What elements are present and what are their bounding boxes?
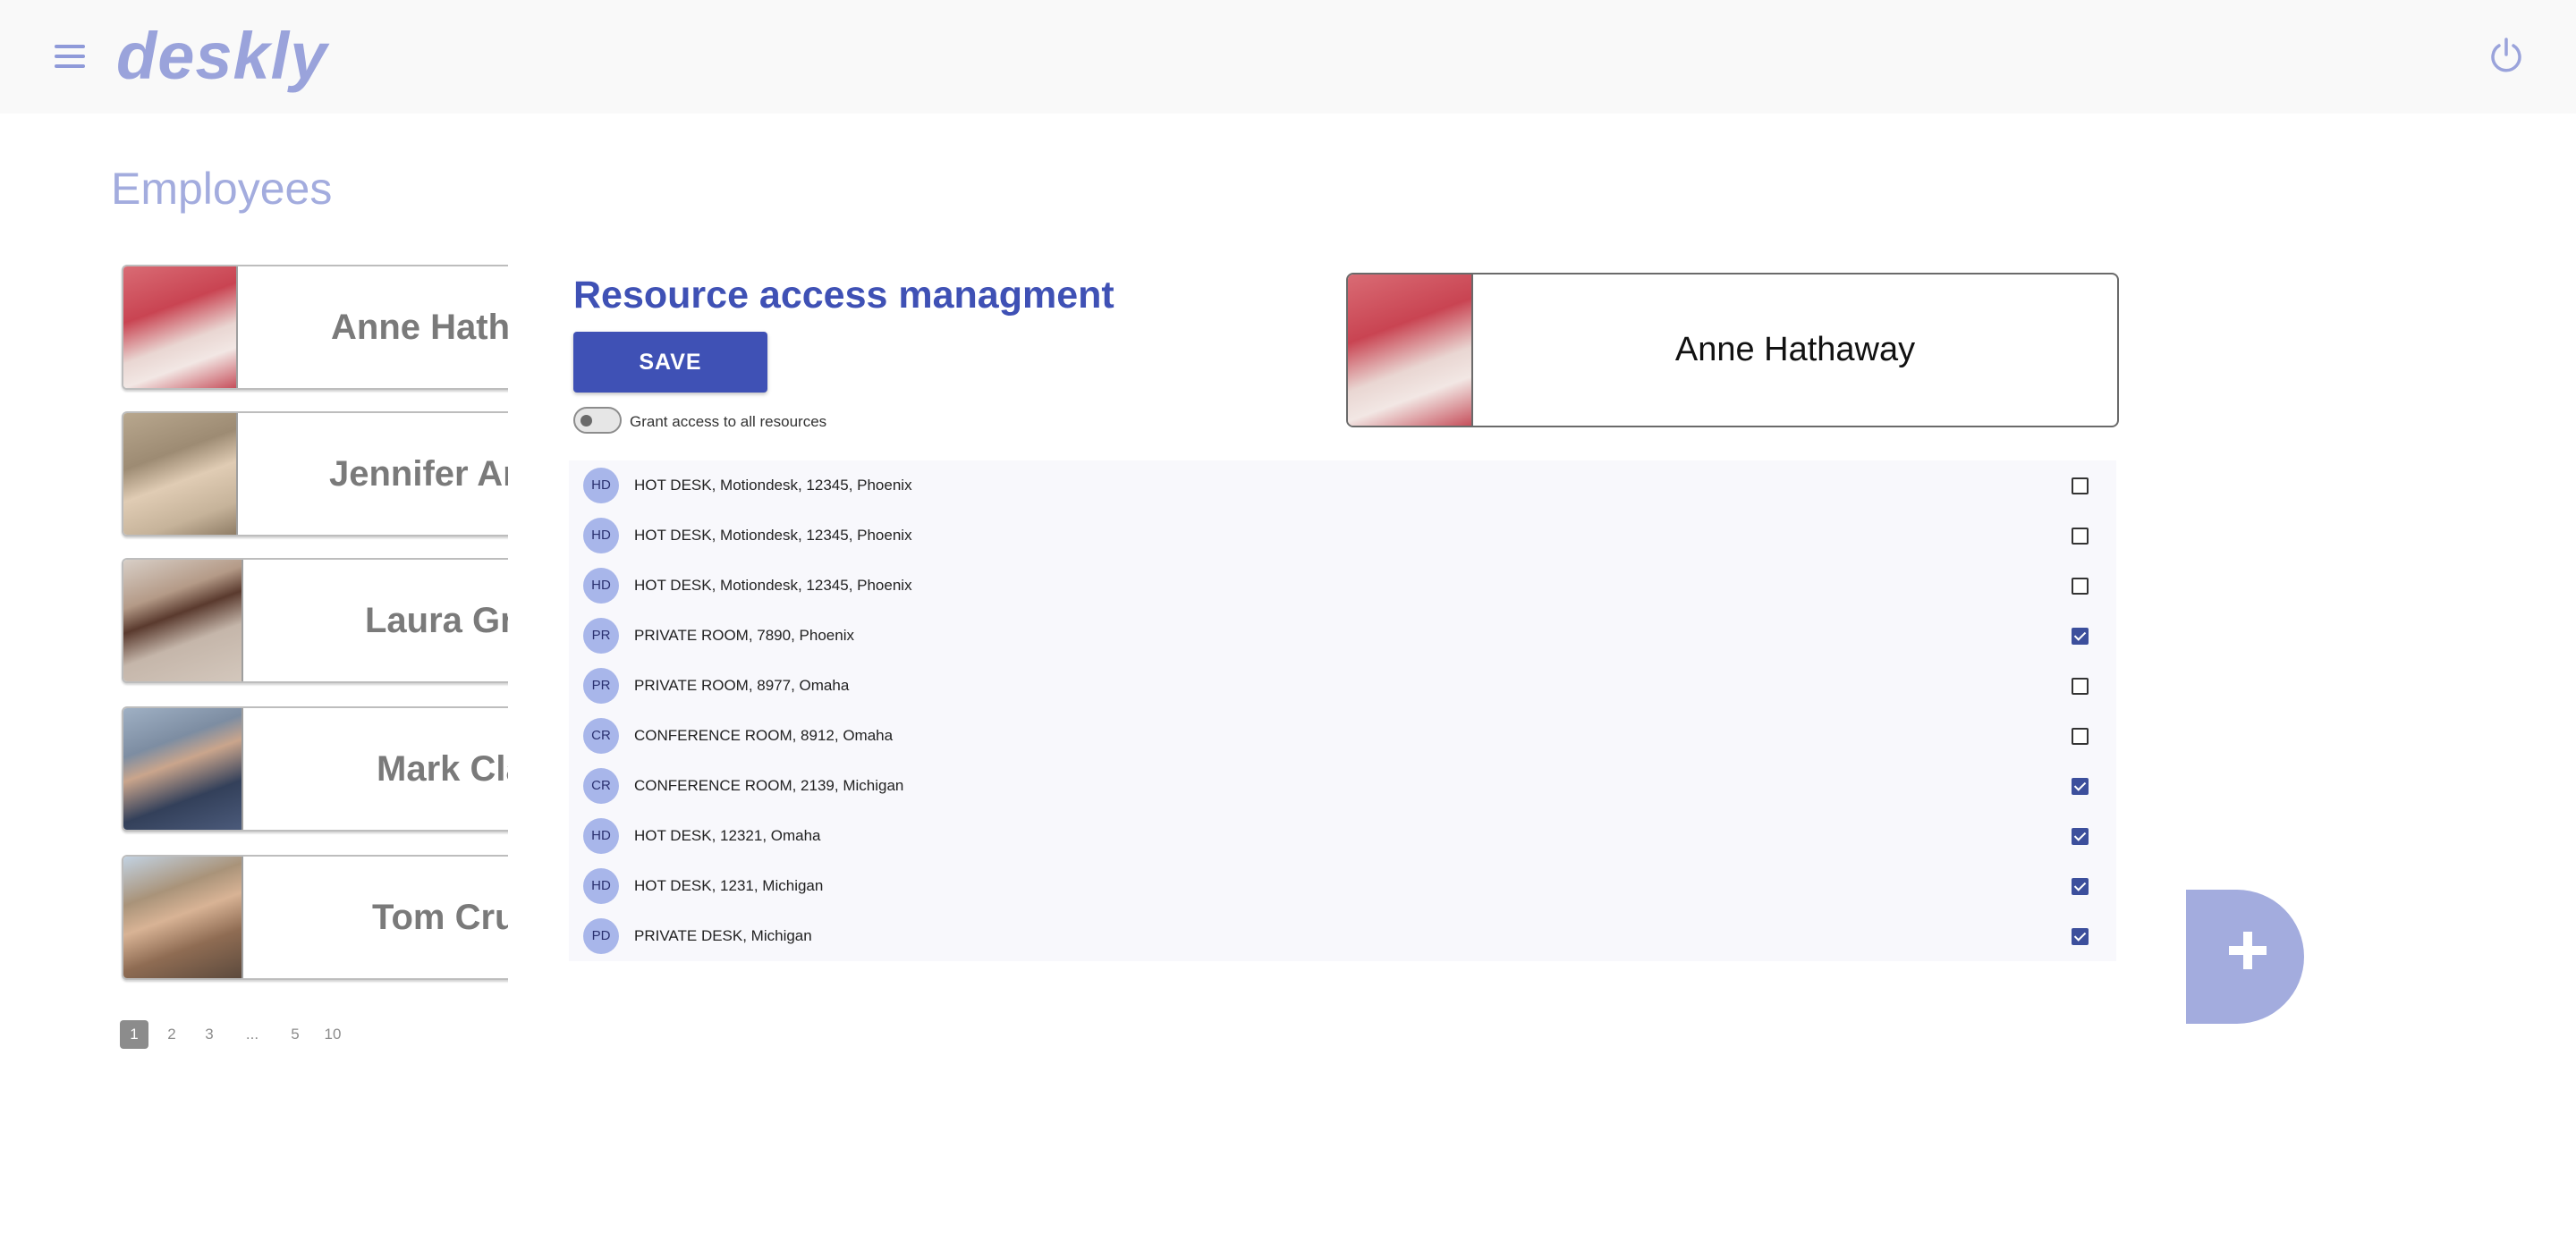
resource-type-badge: CR [583, 718, 619, 754]
resource-checkbox[interactable] [2072, 678, 2089, 695]
employee-name: Jennifer Aniston [329, 454, 508, 494]
employee-list: Anne Hathaway Jennifer Aniston Laura Gre… [120, 265, 508, 985]
resource-type-badge: CR [583, 768, 619, 804]
resource-type-badge: HD [583, 818, 619, 854]
resource-label: CONFERENCE ROOM, 2139, Michigan [634, 777, 904, 794]
resource-type-badge: PD [583, 918, 619, 954]
resource-row[interactable]: CR CONFERENCE ROOM, 8912, Omaha [569, 711, 2116, 761]
resource-type-badge: HD [583, 468, 619, 503]
resource-checkbox[interactable] [2072, 477, 2089, 494]
resource-label: PRIVATE ROOM, 7890, Phoenix [634, 627, 854, 644]
menu-icon[interactable] [52, 42, 88, 71]
plus-icon [2229, 932, 2267, 969]
resource-row[interactable]: CR CONFERENCE ROOM, 2139, Michigan [569, 761, 2116, 811]
resource-label: HOT DESK, Motiondesk, 12345, Phoenix [634, 577, 912, 594]
power-icon[interactable] [2487, 36, 2526, 75]
employee-name: Tom Cruise [372, 898, 508, 937]
resource-type-badge: PR [583, 668, 619, 704]
resource-list: HD HOT DESK, Motiondesk, 12345, Phoenix … [569, 460, 2116, 961]
employee-photo [123, 413, 238, 535]
resource-label: CONFERENCE ROOM, 8912, Omaha [634, 727, 894, 744]
resource-checkbox[interactable] [2072, 728, 2089, 745]
resource-label: HOT DESK, 1231, Michigan [634, 877, 824, 894]
resource-type-badge: HD [583, 518, 619, 553]
resource-checkbox[interactable] [2072, 628, 2089, 645]
add-button[interactable] [2186, 890, 2304, 1024]
employee-card[interactable]: Laura Green [122, 558, 508, 683]
pagination: 1 2 3 ... 5 10 [120, 1020, 356, 1049]
employee-card[interactable]: Jennifer Aniston [122, 411, 508, 536]
app-logo: deskly [116, 19, 328, 93]
page-button[interactable]: 3 [195, 1020, 224, 1049]
resource-row[interactable]: HD HOT DESK, 1231, Michigan [569, 861, 2116, 911]
resource-row[interactable]: PR PRIVATE ROOM, 8977, Omaha [569, 661, 2116, 711]
resource-checkbox[interactable] [2072, 828, 2089, 845]
selected-employee-card: Anne Hathaway [1346, 273, 2119, 427]
page-button[interactable]: 10 [318, 1020, 347, 1049]
employee-card[interactable]: Anne Hathaway [122, 265, 508, 390]
resource-checkbox[interactable] [2072, 928, 2089, 945]
page-title: Employees [111, 164, 333, 214]
resource-row[interactable]: PR PRIVATE ROOM, 7890, Phoenix [569, 611, 2116, 661]
resource-label: HOT DESK, Motiondesk, 12345, Phoenix [634, 527, 912, 544]
resource-checkbox[interactable] [2072, 878, 2089, 895]
resource-row[interactable]: HD HOT DESK, Motiondesk, 12345, Phoenix [569, 460, 2116, 511]
employee-photo [123, 708, 243, 830]
resource-type-badge: PR [583, 618, 619, 654]
top-bar: deskly [0, 0, 2576, 114]
page-button[interactable]: 1 [120, 1020, 148, 1049]
resource-type-badge: HD [583, 568, 619, 604]
resource-row[interactable]: HD HOT DESK, Motiondesk, 12345, Phoenix [569, 511, 2116, 561]
resource-checkbox[interactable] [2072, 578, 2089, 595]
resource-type-badge: HD [583, 868, 619, 904]
resource-label: HOT DESK, 12321, Omaha [634, 827, 821, 844]
employee-name: Laura Green [365, 601, 508, 640]
selected-employee-photo [1348, 274, 1473, 426]
employee-card[interactable]: Tom Cruise [122, 855, 508, 980]
page-ellipsis: ... [245, 1026, 259, 1043]
selected-employee-name: Anne Hathaway [1674, 331, 1916, 368]
resource-checkbox[interactable] [2072, 528, 2089, 545]
employee-name: Anne Hathaway [331, 308, 508, 347]
page-button[interactable]: 5 [281, 1020, 309, 1049]
save-button[interactable]: SAVE [573, 332, 767, 393]
employee-name: Mark Clark [377, 749, 508, 789]
resource-label: PRIVATE ROOM, 8977, Omaha [634, 677, 850, 694]
resource-label: HOT DESK, Motiondesk, 12345, Phoenix [634, 477, 912, 494]
employee-photo [123, 857, 243, 978]
resource-row[interactable]: HD HOT DESK, 12321, Omaha [569, 811, 2116, 861]
employee-photo [123, 266, 238, 388]
resource-panel-title: Resource access managment [573, 274, 1114, 317]
toggle-knob [580, 415, 592, 427]
employee-card[interactable]: Mark Clark [122, 706, 508, 832]
grant-all-label: Grant access to all resources [630, 413, 827, 430]
employee-photo [123, 560, 243, 681]
page-button[interactable]: 2 [157, 1020, 186, 1049]
resource-row[interactable]: PD PRIVATE DESK, Michigan [569, 911, 2116, 961]
grant-all-toggle[interactable] [573, 407, 622, 434]
resource-row[interactable]: HD HOT DESK, Motiondesk, 12345, Phoenix [569, 561, 2116, 611]
resource-checkbox[interactable] [2072, 778, 2089, 795]
resource-label: PRIVATE DESK, Michigan [634, 927, 812, 944]
